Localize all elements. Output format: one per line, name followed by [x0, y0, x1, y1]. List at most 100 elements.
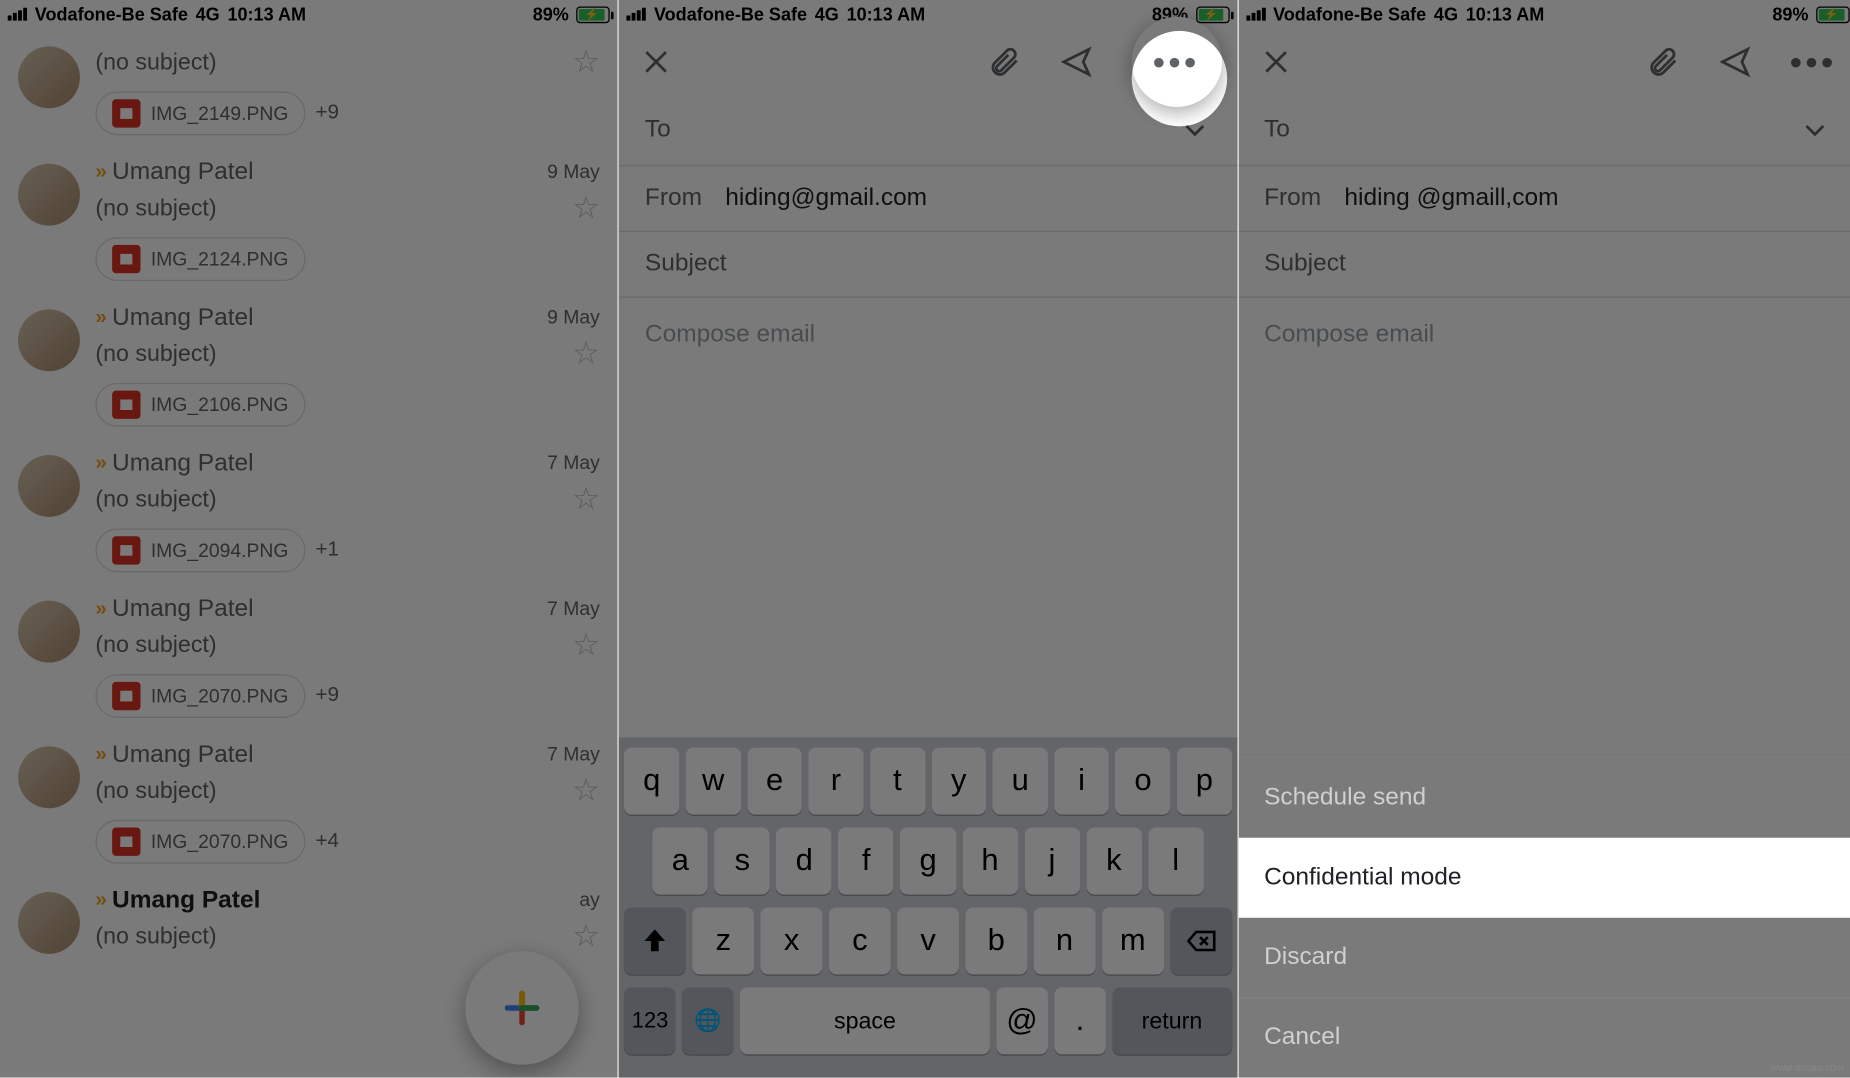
close-button[interactable] [640, 45, 674, 79]
email-row[interactable]: » Umang Patel 9 May (no subject) ☆ IMG_2… [0, 146, 618, 292]
attach-icon[interactable] [1646, 45, 1680, 79]
key-l[interactable]: l [1148, 828, 1203, 895]
key-s[interactable]: s [715, 828, 770, 895]
star-icon[interactable]: ☆ [572, 335, 600, 372]
at-key[interactable]: @ [996, 987, 1048, 1054]
key-y[interactable]: y [931, 748, 986, 815]
close-button[interactable] [1259, 45, 1293, 79]
compose-body[interactable]: Compose email [1238, 298, 1850, 373]
key-d[interactable]: d [777, 828, 832, 895]
key-v[interactable]: v [897, 907, 959, 974]
time-label: 10:13 AM [227, 4, 306, 25]
key-x[interactable]: x [761, 907, 823, 974]
expand-recipients-icon[interactable] [1178, 113, 1212, 147]
attachment-name: IMG_2070.PNG [151, 831, 289, 853]
email-date: 7 May [547, 452, 600, 474]
return-key[interactable]: return [1112, 987, 1232, 1054]
attachment-chip[interactable]: IMG_2094.PNG [95, 528, 305, 572]
attachment-chip[interactable]: IMG_2070.PNG [95, 820, 305, 864]
star-icon[interactable]: ☆ [572, 626, 600, 663]
key-h[interactable]: h [962, 828, 1017, 895]
inbox-list[interactable]: (no subject) ☆ IMG_2149.PNG +9 » Umang P… [0, 28, 618, 965]
confidential-mode-option[interactable]: Confidential mode [1238, 838, 1850, 918]
cancel-option[interactable]: Cancel [1238, 998, 1850, 1078]
email-subject: (no subject) [95, 49, 216, 76]
reply-indicator-icon: » [95, 161, 104, 184]
email-row[interactable]: (no subject) ☆ IMG_2149.PNG +9 [0, 28, 618, 145]
email-row[interactable]: » Umang Patel 7 May (no subject) ☆ IMG_2… [0, 583, 618, 729]
key-i[interactable]: i [1054, 748, 1109, 815]
key-n[interactable]: n [1034, 907, 1096, 974]
sender-name: Umang Patel [112, 887, 260, 915]
dot-key[interactable]: . [1054, 987, 1106, 1054]
from-field[interactable]: From hiding@gmail.com [619, 166, 1237, 232]
email-row[interactable]: » Umang Patel 9 May (no subject) ☆ IMG_2… [0, 291, 618, 437]
key-u[interactable]: u [993, 748, 1048, 815]
key-c[interactable]: c [829, 907, 891, 974]
numbers-key[interactable]: 123 [624, 987, 676, 1054]
signal-icon [8, 8, 27, 21]
key-r[interactable]: r [808, 748, 863, 815]
schedule-send-option[interactable]: Schedule send [1238, 758, 1850, 838]
space-key[interactable]: space [740, 987, 989, 1054]
more-button[interactable]: ••• [1131, 17, 1221, 107]
key-f[interactable]: f [838, 828, 893, 895]
from-value: hiding @gmaill,com [1344, 184, 1558, 212]
key-m[interactable]: m [1102, 907, 1164, 974]
key-g[interactable]: g [900, 828, 955, 895]
attachment-chip[interactable]: IMG_2070.PNG [95, 674, 305, 718]
star-icon[interactable]: ☆ [572, 918, 600, 955]
send-icon[interactable] [1059, 45, 1093, 79]
send-icon[interactable] [1718, 45, 1752, 79]
email-date: 9 May [547, 161, 600, 183]
subject-field[interactable]: Subject [1238, 232, 1850, 298]
key-j[interactable]: j [1024, 828, 1079, 895]
key-q[interactable]: q [624, 748, 679, 815]
key-p[interactable]: p [1177, 748, 1232, 815]
email-row[interactable]: » Umang Patel 7 May (no subject) ☆ IMG_2… [0, 437, 618, 583]
email-subject: (no subject) [95, 195, 216, 222]
attachment-name: IMG_2094.PNG [151, 539, 289, 561]
keyboard[interactable]: qwertyuiop asdfghjkl zxcvbnm 123 🌐 space… [619, 737, 1237, 1077]
attachment-chip[interactable]: IMG_2149.PNG [95, 92, 305, 136]
key-z[interactable]: z [693, 907, 755, 974]
key-b[interactable]: b [965, 907, 1027, 974]
to-field[interactable]: To [619, 95, 1237, 166]
star-icon[interactable]: ☆ [572, 772, 600, 809]
compose-body[interactable]: Compose email [619, 298, 1237, 373]
email-date: ay [579, 889, 599, 911]
sender-name: Umang Patel [112, 304, 254, 332]
key-o[interactable]: o [1116, 748, 1171, 815]
email-date: 7 May [547, 598, 600, 620]
to-label: To [1264, 116, 1290, 144]
star-icon[interactable]: ☆ [572, 44, 600, 81]
key-e[interactable]: e [747, 748, 802, 815]
key-w[interactable]: w [686, 748, 741, 815]
from-field[interactable]: From hiding @gmaill,com [1238, 166, 1850, 232]
backspace-key[interactable] [1170, 907, 1232, 974]
expand-recipients-icon[interactable] [1798, 113, 1832, 147]
carrier-label: Vodafone-Be Safe [654, 4, 807, 25]
attachment-chip[interactable]: IMG_2106.PNG [95, 383, 305, 427]
compose-fab[interactable] [466, 951, 579, 1064]
avatar [18, 164, 80, 226]
subject-placeholder: Subject [1264, 250, 1346, 278]
subject-field[interactable]: Subject [619, 232, 1237, 298]
shift-key[interactable] [624, 907, 686, 974]
network-label: 4G [196, 4, 220, 25]
attachment-chip[interactable]: IMG_2124.PNG [95, 237, 305, 281]
key-a[interactable]: a [653, 828, 708, 895]
key-t[interactable]: t [870, 748, 925, 815]
from-label: From [645, 184, 702, 212]
to-field[interactable]: To [1238, 95, 1850, 166]
star-icon[interactable]: ☆ [572, 481, 600, 518]
avatar [18, 601, 80, 663]
reply-indicator-icon: » [95, 452, 104, 475]
globe-key[interactable]: 🌐 [682, 987, 734, 1054]
email-row[interactable]: » Umang Patel 7 May (no subject) ☆ IMG_2… [0, 728, 618, 874]
key-k[interactable]: k [1086, 828, 1141, 895]
more-button[interactable]: ••• [1790, 42, 1837, 82]
discard-option[interactable]: Discard [1238, 918, 1850, 998]
attach-icon[interactable] [987, 45, 1021, 79]
star-icon[interactable]: ☆ [572, 189, 600, 226]
